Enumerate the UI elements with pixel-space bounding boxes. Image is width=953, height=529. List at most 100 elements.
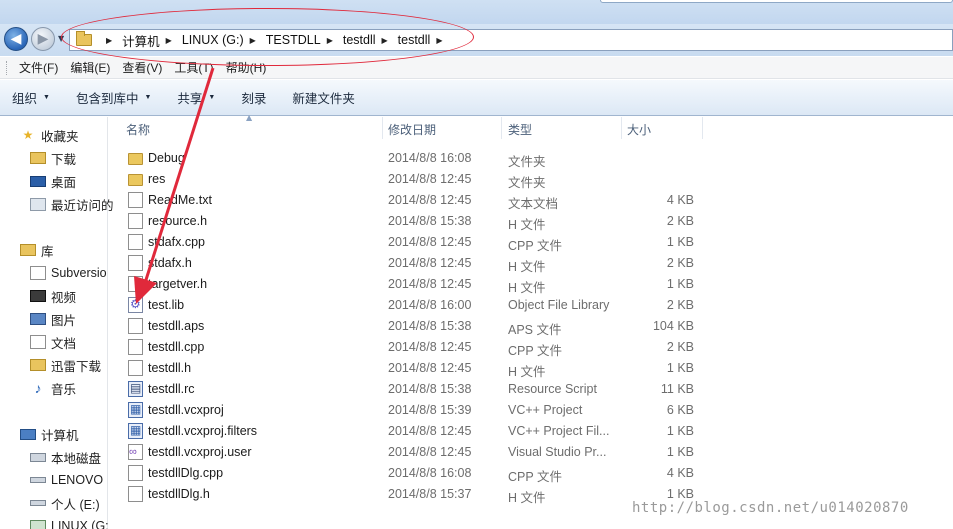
file-row[interactable]: testdll.vcxproj.user 2014/8/8 12:45 Visual… bbox=[108, 442, 953, 463]
menu-file[interactable]: 文件(F) bbox=[14, 59, 63, 76]
file-size: 2 KB bbox=[666, 214, 694, 228]
breadcrumb-testdll-root[interactable]: TESTDLL bbox=[266, 33, 321, 47]
file-modified: 2014/8/8 12:45 bbox=[388, 445, 472, 459]
column-divider[interactable] bbox=[621, 117, 622, 139]
nav-label: Subversio bbox=[51, 266, 107, 280]
document-icon bbox=[128, 360, 143, 376]
file-row[interactable]: testdllDlg.cpp 2014/8/8 16:08 CPP 文件 4 KB bbox=[108, 463, 953, 484]
recent-pages-dropdown[interactable]: ▼ bbox=[58, 34, 64, 43]
file-type: VC++ Project bbox=[508, 403, 583, 417]
address-bar[interactable]: ▶ 计算机 ▶ LINUX (G:) ▶ TESTDLL ▶ testdll ▶… bbox=[69, 29, 953, 51]
chevron-down-icon: ▼ bbox=[43, 94, 50, 101]
nav-label: 桌面 bbox=[51, 175, 77, 190]
search-box-edge[interactable] bbox=[600, 0, 953, 3]
file-row[interactable]: testdll.vcxproj.filters 2014/8/8 12:45 VC+… bbox=[108, 421, 953, 442]
file-row[interactable]: testdll.aps 2014/8/8 15:38 APS 文件 104 KB bbox=[108, 316, 953, 337]
file-name: test.lib bbox=[148, 298, 185, 312]
include-in-library-button[interactable]: 包含到库中 ▼ bbox=[76, 88, 151, 107]
chevron-right-icon[interactable]: ▶ bbox=[166, 36, 172, 45]
chevron-right-icon[interactable]: ▶ bbox=[106, 36, 112, 45]
drive-icon bbox=[30, 520, 46, 529]
file-name: targetver.h bbox=[148, 277, 208, 291]
chevron-right-icon[interactable]: ▶ bbox=[250, 36, 256, 45]
file-size: 1 KB bbox=[666, 361, 694, 375]
file-type: Visual Studio Pr... bbox=[508, 445, 607, 459]
file-type: H 文件 bbox=[508, 281, 546, 295]
menu-bar: 文件(F) 编辑(E) 查看(V) 工具(T) 帮助(H) bbox=[0, 57, 953, 79]
menu-view[interactable]: 查看(V) bbox=[117, 59, 167, 76]
file-modified: 2014/8/8 12:45 bbox=[388, 340, 472, 354]
menu-help[interactable]: 帮助(H) bbox=[221, 59, 272, 76]
navigation-pane: ★ 收藏夹 下载 桌面 最近访问的 库 Subversio 视频 图片 文档 迅… bbox=[0, 117, 114, 529]
column-type[interactable]: 类型 bbox=[508, 121, 532, 138]
file-row[interactable]: testdll.cpp 2014/8/8 12:45 CPP 文件 2 KB bbox=[108, 337, 953, 358]
folder-icon bbox=[128, 153, 143, 165]
file-name: resource.h bbox=[148, 214, 208, 228]
file-row[interactable]: testdll.vcxproj 2014/8/8 15:39 VC++ Projec… bbox=[108, 400, 953, 421]
file-row[interactable]: resource.h 2014/8/8 15:38 H 文件 2 KB bbox=[108, 211, 953, 232]
star-icon: ★ bbox=[22, 128, 34, 142]
column-divider[interactable] bbox=[702, 117, 703, 139]
file-type: 文件夹 bbox=[508, 155, 546, 169]
column-size[interactable]: 大小 bbox=[627, 121, 651, 138]
share-label: 共享 bbox=[177, 92, 203, 106]
file-size: 1 KB bbox=[666, 487, 694, 501]
file-type: CPP 文件 bbox=[508, 470, 562, 484]
column-modified[interactable]: 修改日期 bbox=[388, 121, 436, 138]
file-modified: 2014/8/8 15:38 bbox=[388, 214, 472, 228]
file-type: CPP 文件 bbox=[508, 239, 562, 253]
document-icon bbox=[128, 318, 143, 334]
project-icon bbox=[128, 402, 143, 418]
breadcrumb-testdll[interactable]: testdll bbox=[343, 33, 376, 47]
new-folder-button[interactable]: 新建文件夹 bbox=[292, 88, 355, 107]
file-row[interactable]: stdafx.h 2014/8/8 12:45 H 文件 2 KB bbox=[108, 253, 953, 274]
file-modified: 2014/8/8 16:00 bbox=[388, 298, 472, 312]
share-button[interactable]: 共享 ▼ bbox=[177, 88, 215, 107]
forward-button[interactable]: ▶ bbox=[31, 27, 55, 51]
file-size: 4 KB bbox=[666, 193, 694, 207]
menu-edit[interactable]: 编辑(E) bbox=[65, 59, 115, 76]
nav-label: 图片 bbox=[51, 313, 77, 328]
column-name[interactable]: 名称 bbox=[126, 121, 150, 138]
nav-label: 最近访问的 bbox=[51, 198, 114, 213]
file-row[interactable]: test.lib 2014/8/8 16:00 Object File Librar… bbox=[108, 295, 953, 316]
file-row[interactable]: ReadMe.txt 2014/8/8 12:45 文本文档 4 KB bbox=[108, 190, 953, 211]
breadcrumb-testdll-current[interactable]: testdll bbox=[398, 33, 431, 47]
breadcrumb-computer[interactable]: 计算机 bbox=[122, 31, 160, 50]
file-row[interactable]: stdafx.cpp 2014/8/8 12:45 CPP 文件 1 KB bbox=[108, 232, 953, 253]
menu-tools[interactable]: 工具(T) bbox=[169, 59, 218, 76]
file-name: testdllDlg.h bbox=[148, 487, 210, 501]
column-divider[interactable] bbox=[501, 117, 502, 139]
nav-label: LENOVO bbox=[51, 473, 104, 487]
file-row[interactable]: testdll.rc 2014/8/8 15:38 Resource Script 1… bbox=[108, 379, 953, 400]
nav-label: 下载 bbox=[51, 152, 77, 167]
project-icon bbox=[128, 423, 143, 439]
file-type: APS 文件 bbox=[508, 323, 562, 337]
chevron-right-icon[interactable]: ▶ bbox=[327, 36, 333, 45]
breadcrumb-drive[interactable]: LINUX (G:) bbox=[182, 33, 244, 47]
recent-places-icon bbox=[30, 197, 46, 211]
chevron-right-icon[interactable]: ▶ bbox=[382, 36, 388, 45]
nav-linux-drive[interactable]: LINUX (G: bbox=[30, 516, 138, 529]
back-button[interactable]: ◀ bbox=[4, 27, 28, 51]
file-size: 1 KB bbox=[666, 277, 694, 291]
file-row[interactable]: Debug 2014/8/8 16:08 文件夹 bbox=[108, 148, 953, 169]
file-row[interactable]: res 2014/8/8 12:45 文件夹 bbox=[108, 169, 953, 190]
organize-label: 组织 bbox=[12, 92, 38, 106]
file-row[interactable]: testdll.h 2014/8/8 12:45 H 文件 1 KB bbox=[108, 358, 953, 379]
column-divider[interactable] bbox=[382, 117, 383, 139]
column-header: ▲ 名称 修改日期 类型 大小 bbox=[108, 113, 953, 139]
file-row[interactable]: targetver.h 2014/8/8 12:45 H 文件 1 KB bbox=[108, 274, 953, 295]
nav-label: 音乐 bbox=[51, 382, 77, 397]
nav-label: 收藏夹 bbox=[41, 129, 79, 144]
grip-handle bbox=[6, 61, 9, 75]
document-icon bbox=[128, 276, 143, 292]
drive-icon bbox=[30, 477, 46, 483]
burn-button[interactable]: 刻录 bbox=[241, 88, 266, 107]
organize-button[interactable]: 组织 ▼ bbox=[12, 88, 50, 107]
document-icon bbox=[128, 234, 143, 250]
file-name: stdafx.h bbox=[148, 256, 192, 270]
chevron-right-icon[interactable]: ▶ bbox=[436, 36, 442, 45]
file-type: Resource Script bbox=[508, 382, 597, 396]
file-modified: 2014/8/8 12:45 bbox=[388, 361, 472, 375]
